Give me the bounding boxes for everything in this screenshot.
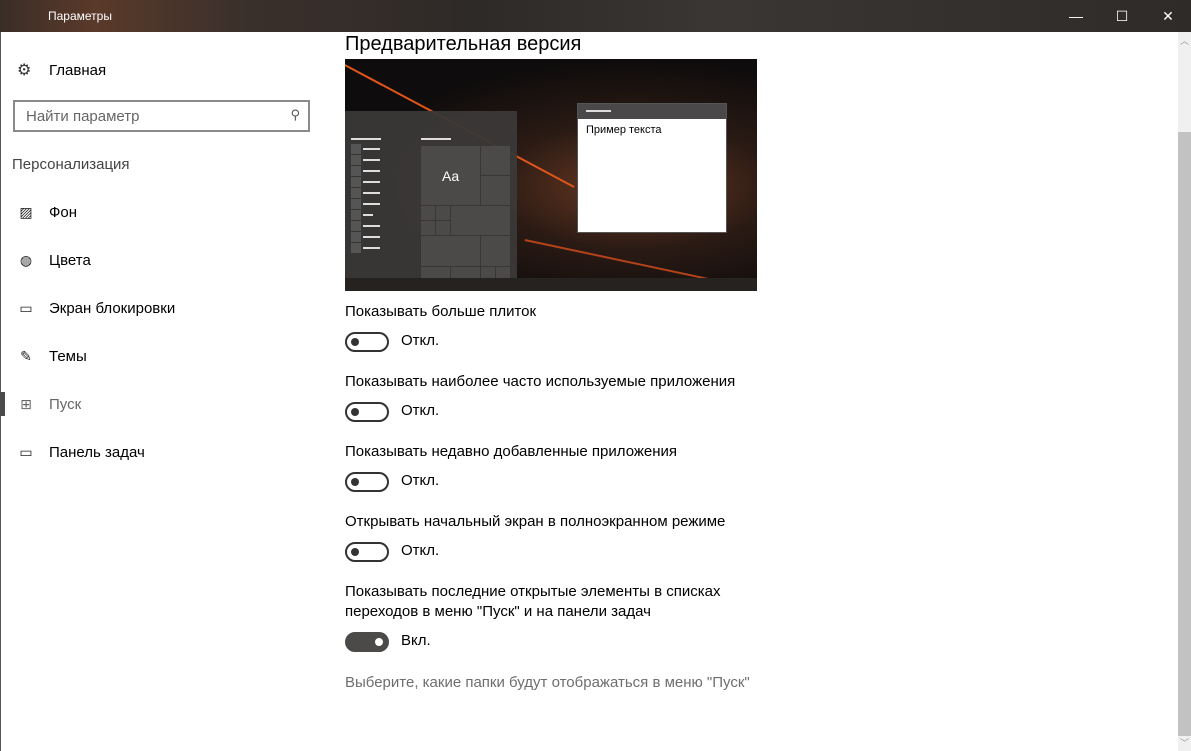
scrollbar[interactable]: ︿ ﹀ [1178,32,1191,751]
more-tiles-toggle[interactable] [345,332,389,352]
taskbar-icon: ▭ [19,443,33,460]
sidebar-item-label: Темы [49,347,87,365]
start-icon: ⊞ [20,395,32,412]
sidebar-item-label: Фон [49,203,78,221]
sidebar-item-label: Панель задач [49,443,145,461]
choose-folders-link[interactable]: Выберите, какие папки будут отображаться… [345,674,750,691]
preview-start-menu: Aa [345,111,517,278]
most-used-toggle[interactable] [345,402,389,422]
preview-line [421,138,451,140]
title-bar: Параметры — ☐ ✕ [0,0,1191,32]
palette-icon: ◍ [19,251,33,268]
themes-icon: ✎ [20,347,32,364]
toggle-state: Откл. [401,472,440,489]
preview-window: Пример текста [577,103,727,233]
preview-heading: Предварительная версия [345,33,582,55]
section-title: Персонализация [12,156,130,173]
recently-added-toggle[interactable] [345,472,389,492]
home-link[interactable]: ⚙ Главная [17,60,106,80]
preview-taskbar [345,278,757,291]
search-input[interactable]: Найти параметр ⚲ [13,100,310,132]
preview-sample-text: Пример текста [586,124,662,136]
fullscreen-start-toggle[interactable] [345,542,389,562]
toggle-state: Откл. [401,402,440,419]
setting-label: Показывать наиболее часто используемые п… [345,373,736,390]
main-content: Предварительная версия Aa Пример текста … [321,32,1178,751]
sidebar-item-start[interactable]: ⊞ Пуск [0,384,321,424]
toggle-state: Вкл. [401,632,431,649]
sidebar-item-lock-screen[interactable]: ▭ Экран блокировки [1,288,321,328]
gear-icon: ⚙ [17,62,32,79]
picture-icon: ▨ [19,203,33,220]
setting-label: Показывать больше плиток [345,303,537,320]
toggle-state: Откл. [401,332,440,349]
window-title: Параметры [48,9,112,23]
sidebar-item-taskbar[interactable]: ▭ Панель задач [1,432,321,472]
toggle-state: Откл. [401,542,440,559]
sidebar-item-label: Экран блокировки [49,299,176,317]
scroll-down-icon[interactable]: ﹀ [1178,736,1191,749]
home-label: Главная [49,61,107,79]
sidebar-item-themes[interactable]: ✎ Темы [1,336,321,376]
close-button[interactable]: ✕ [1145,0,1191,32]
lock-screen-icon: ▭ [19,299,33,316]
setting-label: Открывать начальный экран в полноэкранно… [345,513,726,530]
sidebar: ⚙ Главная Найти параметр ⚲ Персонализация … [0,32,321,751]
minimize-button[interactable]: — [1053,0,1099,32]
scrollbar-thumb[interactable] [1178,132,1191,736]
search-placeholder: Найти параметр [26,107,140,125]
maximize-button[interactable]: ☐ [1099,0,1145,32]
sidebar-item-colors[interactable]: ◍ Цвета [1,240,321,280]
sidebar-item-label: Цвета [49,251,91,269]
search-icon[interactable]: ⚲ [290,107,300,123]
jump-lists-toggle[interactable] [345,632,389,652]
start-preview: Aa Пример текста [345,59,757,291]
sidebar-item-background[interactable]: ▨ Фон [1,192,321,232]
setting-label: Показывать недавно добавленные приложени… [345,443,678,460]
scroll-up-icon[interactable]: ︿ [1178,34,1191,47]
preview-line [351,138,381,140]
preview-tile: Aa [421,146,480,205]
setting-label: Показывать последние открытые элементы в… [345,583,721,620]
sidebar-item-label: Пуск [49,395,82,413]
preview-tile-label: Aa [442,168,460,184]
